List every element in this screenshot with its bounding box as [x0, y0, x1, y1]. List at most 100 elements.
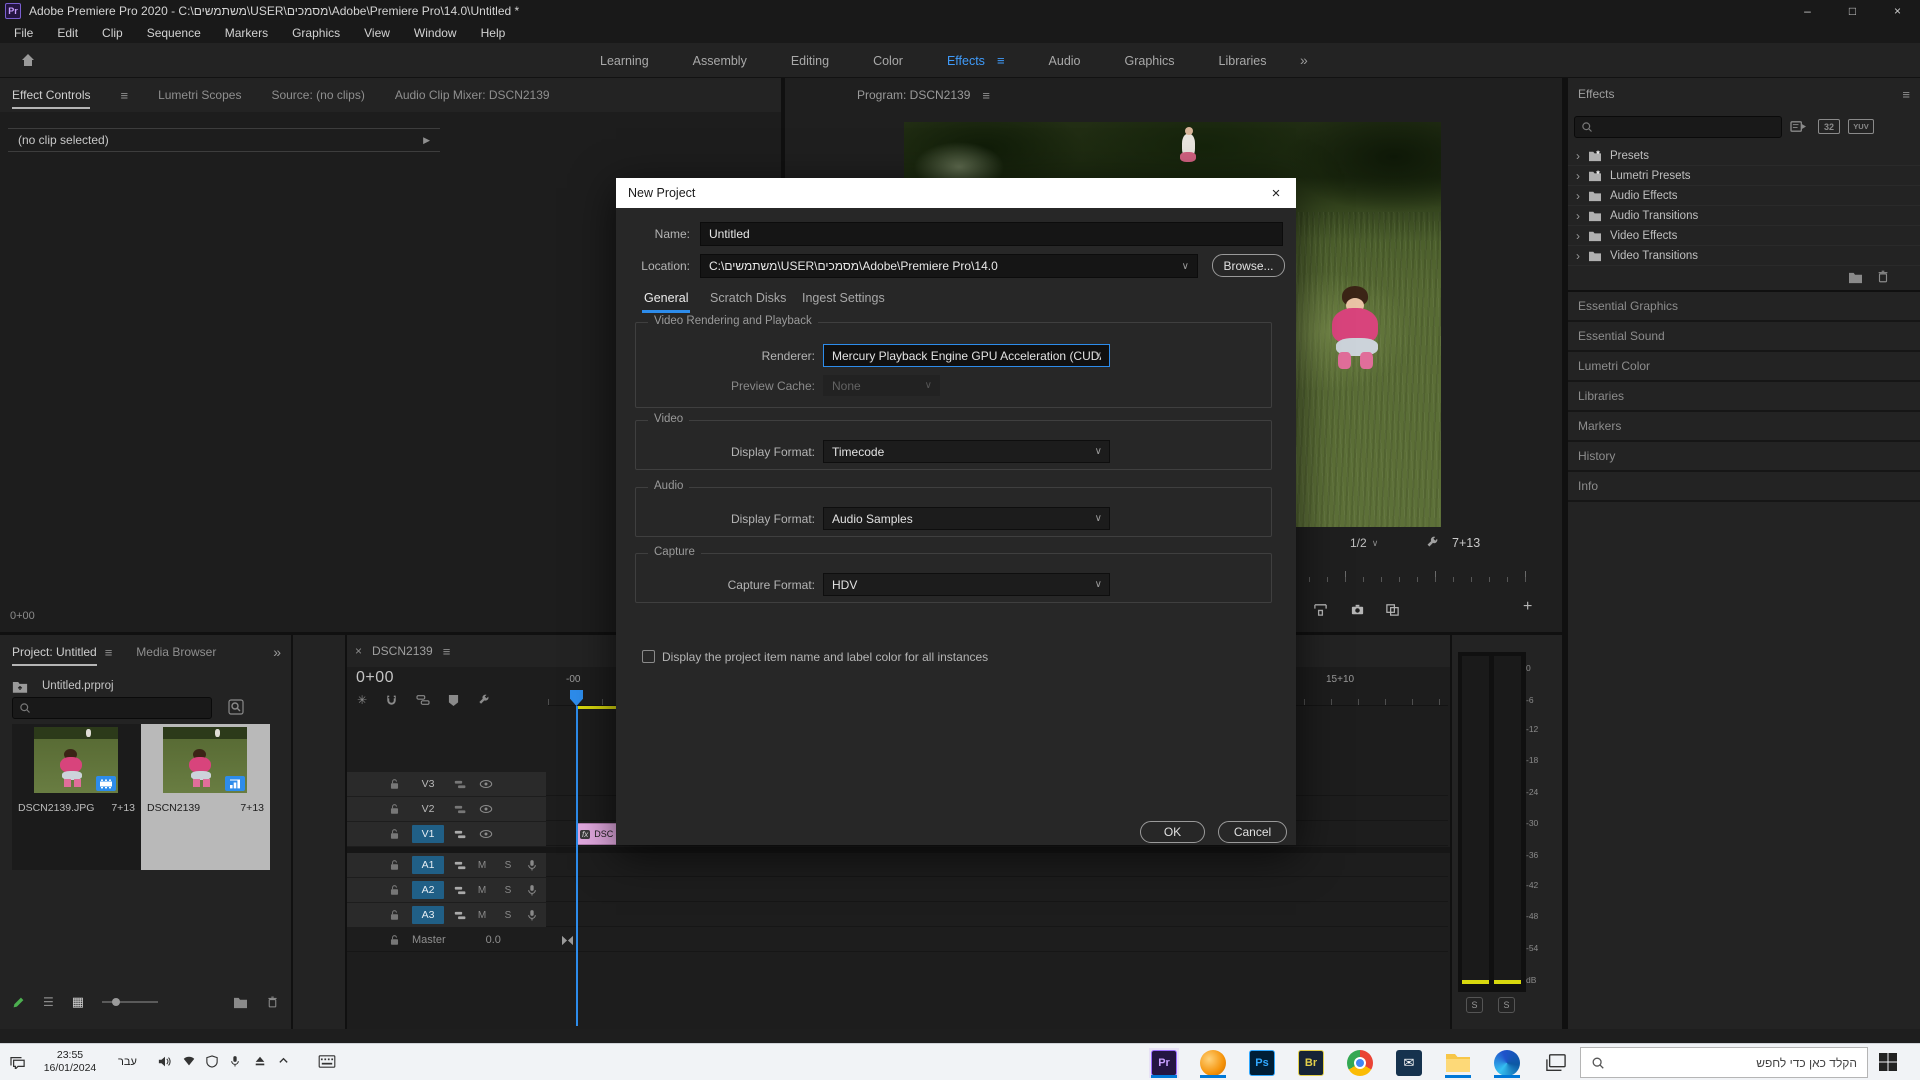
menu-file[interactable]: File	[14, 26, 33, 40]
workspace-tab-libraries[interactable]: Libraries	[1219, 54, 1267, 68]
workspace-tab-graphics[interactable]: Graphics	[1125, 54, 1175, 68]
browse-button[interactable]: Browse...	[1212, 254, 1285, 277]
audio-display-format-select[interactable]: Audio Samples ∨	[823, 507, 1110, 530]
solo-button[interactable]: S	[501, 860, 515, 871]
source-patch-icon[interactable]	[454, 804, 467, 815]
volume-icon[interactable]	[158, 1055, 172, 1068]
project-file-name[interactable]: Untitled.prproj	[42, 680, 114, 692]
maximize-button[interactable]: □	[1830, 0, 1875, 22]
program-zoom-select[interactable]: 1/2 ∨	[1350, 536, 1378, 550]
toggle-track-output-eye-icon[interactable]	[479, 804, 493, 814]
chevron-right-icon[interactable]: ›	[1576, 189, 1580, 203]
lift-icon[interactable]	[1313, 602, 1328, 617]
track-label-targeted[interactable]: A3	[412, 906, 444, 924]
close-button[interactable]: ×	[1875, 0, 1920, 22]
taskbar-photoshop-icon[interactable]: Ps	[1247, 1048, 1277, 1078]
menu-markers[interactable]: Markers	[225, 26, 268, 40]
dialog-close-icon[interactable]: ×	[1256, 178, 1296, 208]
taskbar-search-app-icon[interactable]	[1198, 1048, 1228, 1078]
cancel-button[interactable]: Cancel	[1218, 821, 1287, 843]
accelerated-effects-badge-icon[interactable]	[1790, 119, 1807, 134]
track-label-targeted[interactable]: V1	[412, 825, 444, 843]
source-patch-icon[interactable]	[454, 779, 467, 790]
linked-selection-icon[interactable]	[416, 694, 430, 706]
track-a2[interactable]: A2 M S	[347, 878, 1448, 902]
project-search-input[interactable]	[12, 697, 212, 719]
panel-overflow-icon[interactable]: »	[273, 644, 281, 660]
solo-left-button[interactable]: S	[1466, 997, 1483, 1013]
toggle-track-output-eye-icon[interactable]	[479, 829, 493, 839]
new-bin-icon[interactable]	[233, 996, 248, 1009]
clip-fx-badge[interactable]: fx	[580, 830, 590, 839]
workspace-menu-icon[interactable]: ≡	[997, 53, 1005, 68]
shield-icon[interactable]	[206, 1055, 218, 1068]
timeline-timecode[interactable]: 0+00	[356, 669, 394, 687]
menu-edit[interactable]: Edit	[57, 26, 78, 40]
workspace-tab-learning[interactable]: Learning	[600, 54, 649, 68]
chevron-right-icon[interactable]: ›	[1576, 229, 1580, 243]
panel-tab-history[interactable]: History	[1568, 442, 1920, 472]
panel-tab-libraries[interactable]: Libraries	[1568, 382, 1920, 412]
panel-menu-icon[interactable]: ≡	[120, 88, 128, 103]
capture-format-select[interactable]: HDV ∨	[823, 573, 1110, 596]
tab-project[interactable]: Project: Untitled	[12, 645, 97, 659]
taskbar-edge-icon[interactable]	[1492, 1048, 1522, 1078]
source-patch-icon[interactable]	[454, 829, 467, 840]
eject-icon[interactable]	[254, 1055, 266, 1067]
toggle-track-output-eye-icon[interactable]	[479, 779, 493, 789]
32bit-badge-icon[interactable]: 32	[1818, 119, 1840, 134]
close-tab-icon[interactable]: ×	[355, 644, 362, 658]
menu-sequence[interactable]: Sequence	[147, 26, 201, 40]
tree-item-audio-effects[interactable]: › Audio Effects	[1568, 186, 1920, 206]
workspace-tab-editing[interactable]: Editing	[791, 54, 829, 68]
solo-button[interactable]: S	[501, 885, 515, 896]
track-label-targeted[interactable]: A2	[412, 881, 444, 899]
panel-tab-essential-graphics[interactable]: Essential Graphics	[1568, 292, 1920, 322]
project-panel-menu-icon[interactable]: ≡	[105, 645, 113, 660]
touch-keyboard-icon[interactable]	[318, 1055, 336, 1068]
mic-tray-icon[interactable]	[230, 1055, 240, 1068]
panel-tab-essential-sound[interactable]: Essential Sound	[1568, 322, 1920, 352]
comparison-view-icon[interactable]	[1385, 602, 1400, 617]
chevron-right-icon[interactable]: ›	[1576, 169, 1580, 183]
lock-icon[interactable]	[389, 859, 400, 871]
tab-scratch-disks[interactable]: Scratch Disks	[710, 291, 786, 305]
wifi-icon[interactable]	[182, 1055, 196, 1067]
menu-window[interactable]: Window	[414, 26, 457, 40]
mute-button[interactable]: M	[475, 860, 489, 871]
panel-tab-markers[interactable]: Markers	[1568, 412, 1920, 442]
renderer-select[interactable]: Mercury Playback Engine GPU Acceleration…	[823, 344, 1110, 367]
action-center-icon[interactable]	[10, 1055, 26, 1069]
zoom-slider[interactable]	[102, 996, 158, 1008]
expand-arrow-icon[interactable]: ▶	[423, 135, 430, 146]
track-master[interactable]: Master 0.0	[347, 928, 1448, 952]
location-select[interactable]: C:\משתמשים\USER\מסמכים\Adobe\Premiere Pr…	[700, 254, 1198, 278]
list-view-icon[interactable]: ☰	[43, 995, 54, 1009]
track-label[interactable]: V3	[412, 775, 444, 793]
chevron-right-icon[interactable]: ›	[1576, 149, 1580, 163]
bowtie-keyframe-icon[interactable]	[561, 935, 574, 946]
lock-icon[interactable]	[389, 884, 400, 896]
tree-item-presets[interactable]: › Presets	[1568, 146, 1920, 166]
tab-general[interactable]: General	[644, 291, 688, 305]
source-patch-icon[interactable]	[454, 860, 467, 871]
lock-icon[interactable]	[389, 803, 400, 815]
timeline-panel-menu-icon[interactable]: ≡	[443, 644, 451, 659]
lock-icon[interactable]	[389, 934, 400, 946]
taskbar-premiere-icon[interactable]: Pr	[1149, 1048, 1179, 1078]
tree-item-lumetri-presets[interactable]: › Lumetri Presets	[1568, 166, 1920, 186]
display-item-name-checkbox[interactable]	[642, 650, 655, 663]
tab-effect-controls[interactable]: Effect Controls	[12, 88, 90, 102]
export-frame-icon[interactable]	[1350, 602, 1365, 617]
master-gain-value[interactable]: 0.0	[486, 934, 501, 946]
video-display-format-select[interactable]: Timecode ∨	[823, 440, 1110, 463]
menu-help[interactable]: Help	[481, 26, 506, 40]
tab-source[interactable]: Source: (no clips)	[271, 88, 364, 102]
workspace-tab-assembly[interactable]: Assembly	[693, 54, 747, 68]
minimize-button[interactable]: –	[1785, 0, 1830, 22]
effects-search-input[interactable]	[1574, 116, 1782, 138]
timeline-settings-wrench-icon[interactable]	[477, 694, 490, 707]
menu-graphics[interactable]: Graphics	[292, 26, 340, 40]
source-patch-icon[interactable]	[454, 910, 467, 921]
parent-folder-icon[interactable]	[12, 680, 28, 693]
